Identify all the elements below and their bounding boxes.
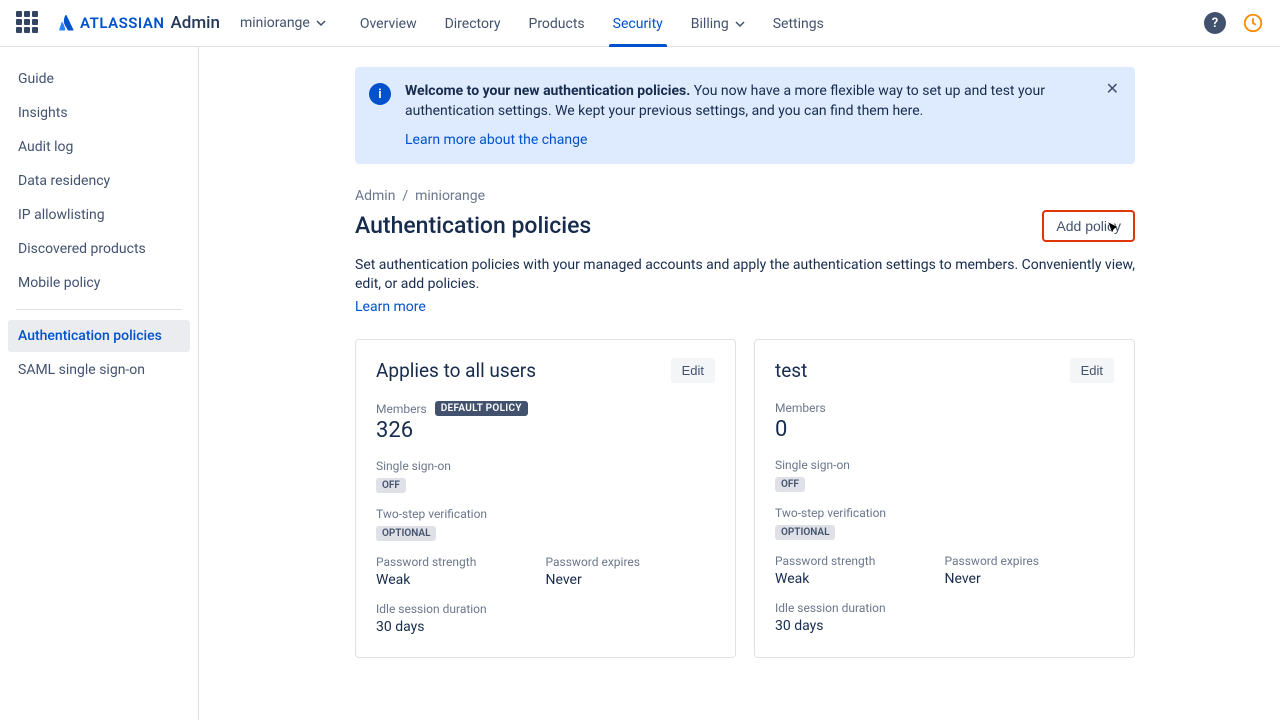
sso-label: Single sign-on: [376, 459, 715, 473]
default-badge: DEFAULT POLICY: [435, 401, 528, 416]
tab-products[interactable]: Products: [514, 0, 598, 47]
banner-title: Welcome to your new authentication polic…: [405, 83, 690, 99]
info-icon: i: [369, 83, 391, 105]
top-nav: Overview Directory Products Security Bil…: [346, 0, 838, 46]
pwd-expires-value: Never: [945, 571, 1115, 587]
sidebar-item-guide[interactable]: Guide: [8, 63, 190, 95]
tab-settings[interactable]: Settings: [759, 0, 838, 47]
close-icon[interactable]: ✕: [1100, 77, 1125, 100]
sso-value: OFF: [775, 477, 805, 492]
sidebar-item-insights[interactable]: Insights: [8, 97, 190, 129]
idle-value: 30 days: [775, 618, 1114, 634]
breadcrumb-leaf: miniorange: [415, 188, 485, 204]
tab-directory[interactable]: Directory: [431, 0, 515, 47]
sso-label: Single sign-on: [775, 458, 1114, 472]
edit-button[interactable]: Edit: [1070, 358, 1114, 383]
help-icon[interactable]: ?: [1204, 12, 1226, 34]
banner-learn-more-link[interactable]: Learn more about the change: [405, 130, 587, 150]
sidebar-item-audit-log[interactable]: Audit log: [8, 131, 190, 163]
breadcrumb-root[interactable]: Admin: [355, 188, 395, 204]
card-title: Applies to all users: [376, 359, 536, 382]
atlassian-icon: [56, 13, 76, 33]
chevron-down-icon: [735, 21, 745, 27]
sidebar-item-saml-sso[interactable]: SAML single sign-on: [8, 354, 190, 386]
members-count: 326: [376, 418, 715, 443]
pwd-strength-value: Weak: [775, 571, 945, 587]
page-description: Set authentication policies with your ma…: [355, 256, 1135, 295]
chevron-down-icon: [316, 20, 326, 26]
members-count: 0: [775, 417, 1114, 442]
sidebar-item-discovered-products[interactable]: Discovered products: [8, 233, 190, 265]
org-selector[interactable]: miniorange: [240, 15, 326, 31]
info-banner: i Welcome to your new authentication pol…: [355, 67, 1135, 164]
sidebar-item-data-residency[interactable]: Data residency: [8, 165, 190, 197]
sso-value: OFF: [376, 478, 406, 493]
tab-security[interactable]: Security: [599, 0, 677, 47]
pwd-expires-label: Password expires: [945, 554, 1115, 568]
sidebar-item-auth-policies[interactable]: Authentication policies: [8, 320, 190, 352]
apps-switcher-icon[interactable]: [16, 11, 40, 35]
sidebar-item-mobile-policy[interactable]: Mobile policy: [8, 267, 190, 299]
session-timer-icon[interactable]: [1242, 12, 1264, 34]
tab-overview[interactable]: Overview: [346, 0, 431, 47]
twostep-value: OPTIONAL: [775, 525, 835, 540]
app-name: Admin: [170, 13, 219, 33]
twostep-label: Two-step verification: [775, 506, 1114, 520]
idle-value: 30 days: [376, 619, 715, 635]
sidebar-divider: [16, 309, 182, 310]
members-label: Members: [376, 402, 427, 416]
sidebar: Guide Insights Audit log Data residency …: [0, 47, 199, 720]
pwd-expires-label: Password expires: [546, 555, 716, 569]
idle-label: Idle session duration: [376, 602, 715, 616]
learn-more-link[interactable]: Learn more: [355, 299, 426, 315]
pwd-strength-label: Password strength: [775, 554, 945, 568]
edit-button[interactable]: Edit: [671, 358, 715, 383]
twostep-value: OPTIONAL: [376, 526, 436, 541]
policy-card: Applies to all users Edit Members DEFAUL…: [355, 339, 736, 658]
brand-name: ATLASSIAN: [80, 14, 164, 32]
tab-billing[interactable]: Billing: [677, 0, 759, 47]
brand-logo[interactable]: ATLASSIAN Admin: [56, 13, 220, 33]
breadcrumb: Admin / miniorange: [355, 188, 1135, 204]
sidebar-item-ip-allowlisting[interactable]: IP allowlisting: [8, 199, 190, 231]
add-policy-button[interactable]: Add policy: [1042, 210, 1135, 242]
twostep-label: Two-step verification: [376, 507, 715, 521]
page-title: Authentication policies: [355, 212, 591, 239]
cursor-icon: [1107, 221, 1119, 235]
policy-card: test Edit Members 0 Single sign-on OFF T…: [754, 339, 1135, 658]
pwd-strength-value: Weak: [376, 572, 546, 588]
pwd-expires-value: Never: [546, 572, 716, 588]
idle-label: Idle session duration: [775, 601, 1114, 615]
pwd-strength-label: Password strength: [376, 555, 546, 569]
members-label: Members: [775, 401, 826, 415]
card-title: test: [775, 359, 807, 382]
